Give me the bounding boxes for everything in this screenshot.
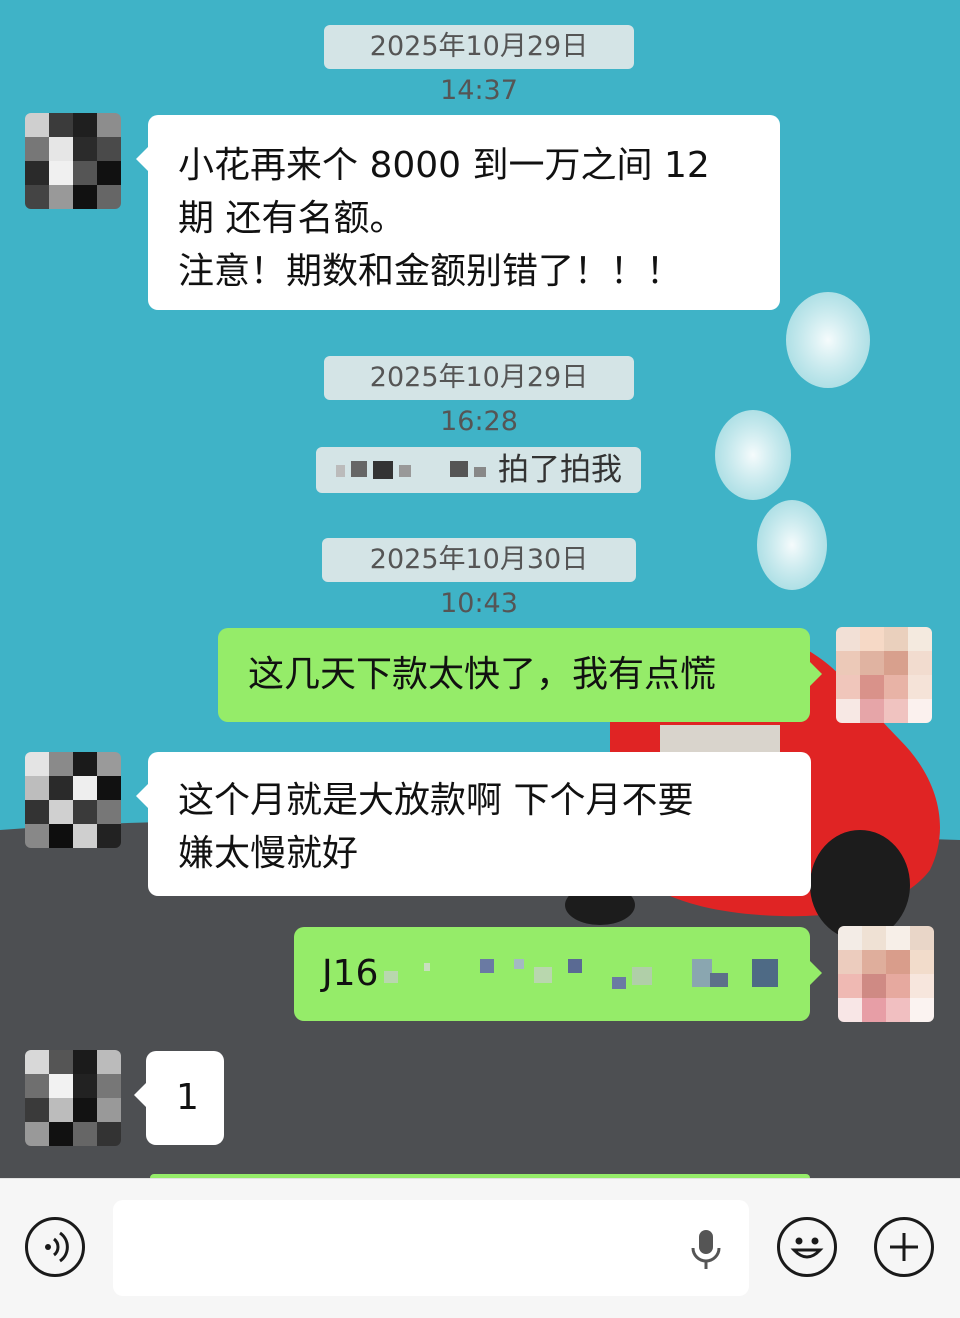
outgoing-message[interactable]: J16 bbox=[294, 927, 822, 1021]
voice-input-icon[interactable] bbox=[25, 1217, 85, 1277]
pat-notice: 拍了拍我 bbox=[316, 447, 641, 493]
redacted-text bbox=[384, 959, 784, 989]
message-text: 1 bbox=[176, 1077, 199, 1118]
incoming-message[interactable]: 这个月就是大放款啊 下个月不要 嫌太慢就好 bbox=[136, 752, 811, 896]
outgoing-message[interactable]: 这几天下款太快了，我有点慌 bbox=[218, 628, 822, 722]
redacted-name bbox=[336, 461, 486, 479]
message-line: 这个月就是大放款啊 下个月不要 bbox=[178, 780, 694, 821]
message-line: 小花再来个 8000 到一万之间 12 bbox=[178, 145, 710, 186]
plus-icon[interactable] bbox=[874, 1217, 934, 1277]
my-avatar[interactable] bbox=[836, 627, 932, 723]
message-line: 嫌太慢就好 bbox=[178, 833, 359, 874]
contact-avatar[interactable] bbox=[25, 752, 121, 848]
contact-avatar[interactable] bbox=[25, 1050, 121, 1146]
message-line: 注意！期数和金额别错了！！！ bbox=[178, 251, 683, 292]
timestamp: 2025年10月29日 14:37 bbox=[324, 25, 634, 106]
emoji-icon[interactable] bbox=[777, 1217, 837, 1277]
incoming-message[interactable]: 1 bbox=[134, 1051, 224, 1145]
timestamp: 2025年10月29日 16:28 bbox=[324, 356, 634, 437]
message-line: 期 还有名额。 bbox=[178, 198, 406, 239]
message-text: 这几天下款太快了，我有点慌 bbox=[248, 654, 717, 695]
contact-avatar[interactable] bbox=[25, 113, 121, 209]
incoming-message[interactable]: 小花再来个 8000 到一万之间 12 期 还有名额。 注意！期数和金额别错了！… bbox=[136, 115, 780, 310]
message-input[interactable] bbox=[113, 1200, 749, 1296]
microphone-icon[interactable] bbox=[689, 1228, 723, 1272]
my-avatar[interactable] bbox=[838, 926, 934, 1022]
message-text: J16 bbox=[322, 953, 379, 994]
pat-text: 拍了拍我 bbox=[498, 452, 622, 488]
timestamp: 2025年10月30日 10:43 bbox=[322, 538, 636, 619]
input-toolbar bbox=[0, 1178, 960, 1318]
